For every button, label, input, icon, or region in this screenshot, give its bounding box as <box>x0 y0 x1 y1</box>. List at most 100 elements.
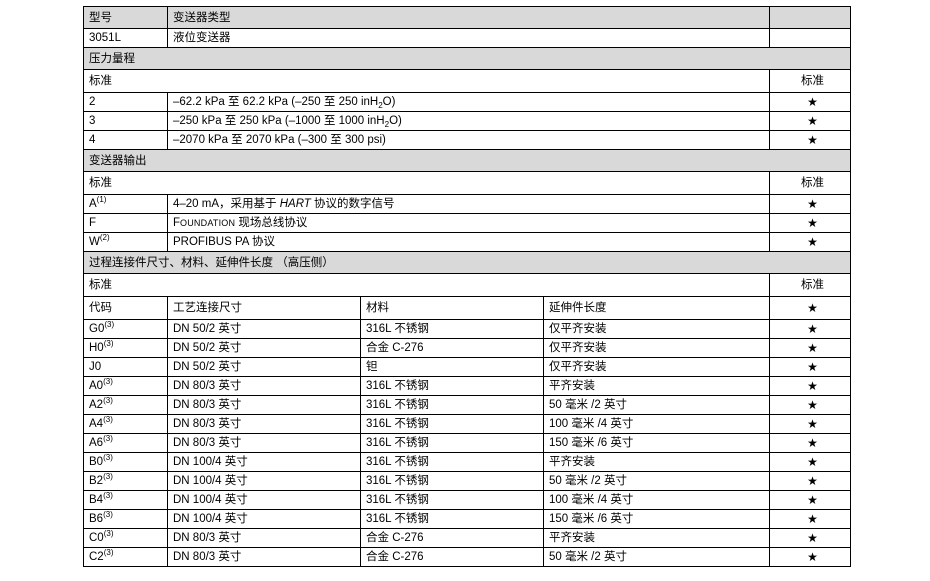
pressure-range-row: 2 –62.2 kPa 至 62.2 kPa (–250 至 250 inH2O)… <box>83 92 852 112</box>
code-text: B6 <box>89 513 104 525</box>
star-icon: ★ <box>807 196 818 211</box>
standard-mark-cell: ★ <box>769 471 852 491</box>
output-row: W(2) PROFIBUS PA 协议 ★ <box>83 232 852 252</box>
code-header: 代码 <box>83 296 168 320</box>
star-icon: ★ <box>807 530 818 545</box>
code-text: A6 <box>89 437 104 449</box>
standard-mark-cell: ★ <box>769 213 852 233</box>
pressure-section-title-row: 压力量程 <box>82 47 852 70</box>
model-row: 3051L 液位变送器 <box>83 28 852 48</box>
code-cell: G0(3) <box>83 319 168 339</box>
size-cell: DN 50/2 英寸 <box>167 357 361 377</box>
pressure-standard-right: 标准 <box>769 69 852 93</box>
size-cell: DN 80/3 英寸 <box>167 528 361 548</box>
standard-mark-cell: ★ <box>769 232 852 252</box>
standard-mark-cell: ★ <box>769 528 852 548</box>
process-section-title-row: 过程连接件尺寸、材料、延伸件长度 （高压侧） <box>82 251 852 274</box>
material-cell: 316L 不锈钢 <box>360 471 544 491</box>
model-blank-cell <box>769 28 852 48</box>
standard-mark-cell: ★ <box>769 376 852 396</box>
process-row: A6(3) DN 80/3 英寸 316L 不锈钢 150 毫米 /6 英寸 ★ <box>83 433 852 453</box>
size-cell: DN 100/4 英寸 <box>167 452 361 472</box>
output-text-end: 协议的数字信号 <box>310 198 395 210</box>
pressure-range-row: 4 –2070 kPa 至 2070 kPa (–300 至 300 psi) ★ <box>83 130 852 150</box>
star-icon: ★ <box>807 492 818 507</box>
process-row: B0(3) DN 100/4 英寸 316L 不锈钢 平齐安装 ★ <box>83 452 852 472</box>
output-text: PROFIBUS PA 协议 <box>173 236 276 248</box>
code-cell: H0(3) <box>83 338 168 358</box>
standard-mark-cell: ★ <box>769 296 852 320</box>
size-cell: DN 80/3 英寸 <box>167 433 361 453</box>
code-text: G0 <box>89 323 105 335</box>
code-text: 2 <box>89 96 96 108</box>
star-icon: ★ <box>807 300 818 315</box>
code-text: C2 <box>89 551 104 563</box>
size-cell: DN 100/4 英寸 <box>167 509 361 529</box>
table-header-row: 型号 变送器类型 <box>83 6 852 29</box>
process-row: A0(3) DN 80/3 英寸 316L 不锈钢 平齐安装 ★ <box>83 376 852 396</box>
code-text: A2 <box>89 399 104 411</box>
star-icon: ★ <box>807 113 818 128</box>
standard-mark-cell: ★ <box>769 452 852 472</box>
code-cell: J0 <box>83 357 168 377</box>
footnote-ref: (3) <box>103 415 113 424</box>
code-cell: 2 <box>83 92 168 112</box>
star-icon: ★ <box>807 132 818 147</box>
output-standard-label: 标准 <box>82 171 771 195</box>
star-icon: ★ <box>807 416 818 431</box>
code-text: H0 <box>89 342 104 354</box>
process-row: B2(3) DN 100/4 英寸 316L 不锈钢 50 毫米 /2 英寸 ★ <box>83 471 852 491</box>
output-text-smallcaps: OUNDATION <box>180 218 236 228</box>
code-cell: B0(3) <box>83 452 168 472</box>
material-cell: 钽 <box>360 357 544 377</box>
standard-mark-cell: ★ <box>769 319 852 339</box>
output-row: A(1) 4–20 mA，采用基于 HART 协议的数字信号 ★ <box>83 194 852 214</box>
extension-header: 延伸件长度 <box>542 296 771 320</box>
footnote-ref: (3) <box>103 548 114 557</box>
model-desc: 液位变送器 <box>166 28 771 48</box>
code-text: A0 <box>89 380 104 392</box>
header-blank-cell <box>769 6 852 29</box>
size-cell: DN 80/3 英寸 <box>167 395 361 415</box>
process-row: A4(3) DN 80/3 英寸 316L 不锈钢 100 毫米 /4 英寸 ★ <box>83 414 852 434</box>
extension-cell: 100 毫米 /4 英寸 <box>542 414 771 434</box>
code-cell: A2(3) <box>83 395 168 415</box>
material-cell: 316L 不锈钢 <box>360 490 544 510</box>
process-standard-right: 标准 <box>769 273 852 297</box>
standard-mark-cell: ★ <box>769 395 852 415</box>
material-cell: 316L 不锈钢 <box>360 414 544 434</box>
extension-cell: 仅平齐安装 <box>542 319 771 339</box>
standard-mark-cell: ★ <box>769 111 852 131</box>
size-cell: DN 80/3 英寸 <box>167 547 361 567</box>
type-header: 变送器类型 <box>166 6 771 29</box>
material-cell: 合金 C-276 <box>360 528 544 548</box>
footnote-ref: (3) <box>103 529 114 538</box>
output-text: 4–20 mA，采用基于 <box>173 198 280 210</box>
extension-cell: 平齐安装 <box>542 376 771 396</box>
process-row: J0 DN 50/2 英寸钽仅平齐安装 ★ <box>83 357 852 377</box>
output-row: F FOUNDATION 现场总线协议 ★ <box>83 213 852 233</box>
code-cell: F <box>83 213 168 233</box>
extension-cell: 50 毫米 /2 英寸 <box>542 395 771 415</box>
material-cell: 316L 不锈钢 <box>360 452 544 472</box>
process-section-title: 过程连接件尺寸、材料、延伸件长度 （高压侧） <box>82 251 852 274</box>
star-icon: ★ <box>807 511 818 526</box>
footnote-ref: (3) <box>103 510 113 519</box>
footnote-ref: (3) <box>103 377 113 386</box>
code-cell: A4(3) <box>83 414 168 434</box>
footnote-ref: (2) <box>99 233 110 242</box>
process-row: B4(3) DN 100/4 英寸 316L 不锈钢 100 毫米 /4 英寸 ★ <box>83 490 852 510</box>
star-icon: ★ <box>807 234 818 249</box>
code-text: B4 <box>89 494 104 506</box>
process-row: C2(3) DN 80/3 英寸 合金 C-276 50 毫米 /2 英寸 ★ <box>83 547 852 567</box>
footnote-ref: (3) <box>103 453 113 462</box>
output-standard-right: 标准 <box>769 171 852 195</box>
extension-cell: 50 毫米 /2 英寸 <box>542 471 771 491</box>
material-cell: 合金 C-276 <box>360 547 544 567</box>
pressure-standard-label: 标准 <box>82 69 771 93</box>
ordering-table: 型号 变送器类型 3051L 液位变送器 压力量程 标准 标准 2 –62.2 k… <box>82 6 852 567</box>
material-cell: 316L 不锈钢 <box>360 319 544 339</box>
standard-mark-cell: ★ <box>769 414 852 434</box>
process-row: H0(3) DN 50/2 英寸 合金 C-276 仅平齐安装 ★ <box>83 338 852 358</box>
size-cell: DN 50/2 英寸 <box>167 338 361 358</box>
